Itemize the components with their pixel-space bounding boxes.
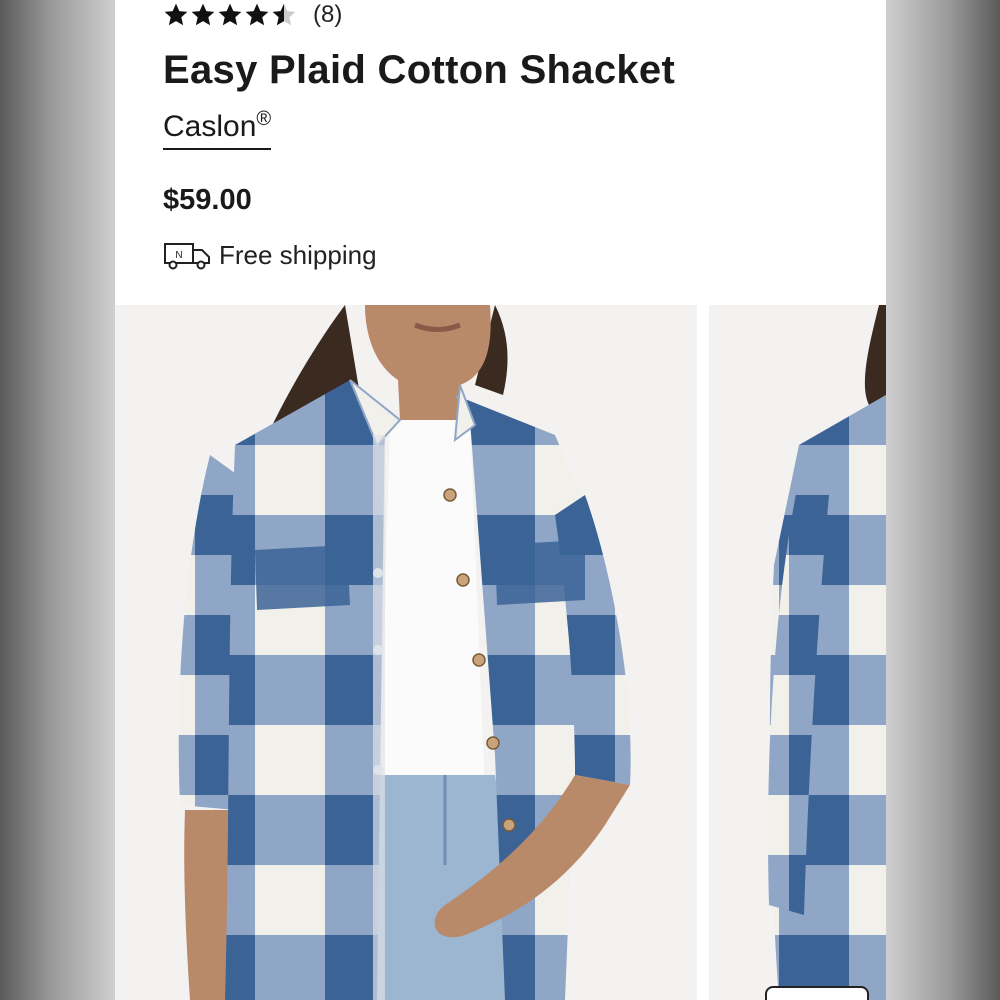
truck-letter: N: [175, 250, 182, 261]
star-icon: [245, 3, 269, 26]
shipping-info: N Free shipping: [163, 240, 377, 271]
brand-name[interactable]: Caslon: [163, 110, 256, 143]
product-price: $59.00: [163, 184, 252, 216]
star-icon: [164, 3, 188, 26]
model-plaid-shacket-illustration: [115, 305, 697, 1000]
left-blurred-backdrop: [0, 0, 115, 1000]
image-carousel-indicator[interactable]: [765, 986, 869, 1000]
star-icon: [218, 3, 242, 26]
delivery-truck-icon: N: [164, 242, 210, 269]
product-image-main[interactable]: [115, 305, 697, 1000]
registered-mark: ®: [256, 108, 272, 130]
product-panel: (8) Easy Plaid Cotton Shacket Caslon® $5…: [115, 0, 886, 1000]
brand-link[interactable]: Caslon®: [163, 108, 272, 150]
star-rating: [163, 2, 297, 28]
star-icon: [191, 3, 215, 26]
right-blurred-backdrop: [886, 0, 1000, 1000]
rating-row[interactable]: (8): [163, 0, 342, 30]
star-icon: [272, 3, 296, 26]
product-image-secondary[interactable]: [709, 305, 886, 1000]
shipping-label: Free shipping: [219, 240, 377, 270]
review-count[interactable]: (8): [313, 1, 342, 29]
shacket-side-view-illustration: [709, 305, 886, 1000]
product-title: Easy Plaid Cotton Shacket: [163, 48, 676, 92]
